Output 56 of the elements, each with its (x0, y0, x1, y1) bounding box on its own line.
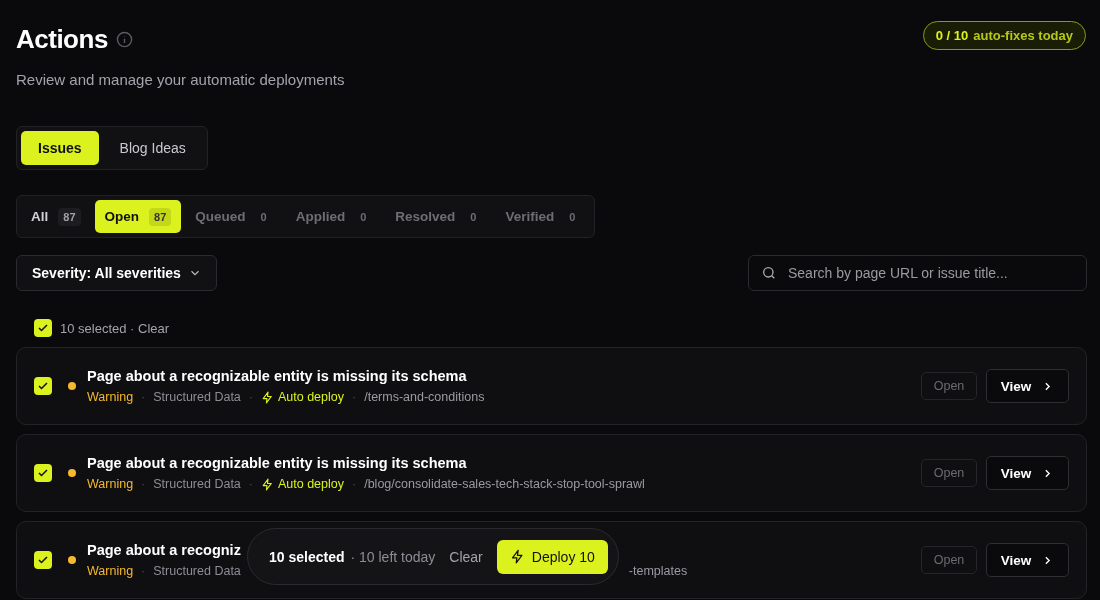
status-filter[interactable]: Open 87 (94, 200, 182, 233)
severity-label: Warning (87, 390, 134, 404)
select-all-checkbox[interactable] (34, 319, 52, 337)
view-button[interactable]: View (986, 543, 1069, 577)
auto-deploy-label: Auto deploy (261, 477, 344, 491)
lightning-icon (509, 549, 525, 564)
status-filter[interactable]: Verified 0 (495, 200, 591, 233)
separator: · (141, 477, 146, 491)
category-label: Structured Data (153, 390, 241, 404)
check-icon (37, 380, 49, 392)
severity-dropdown[interactable]: Severity: All severities (16, 255, 217, 291)
status-filter[interactable]: Queued 0 (185, 200, 282, 233)
page-title: Actions (16, 24, 108, 55)
search-input[interactable]: Search by page URL or issue title... (786, 264, 1074, 282)
page-path: /terms-and-conditions (364, 390, 485, 404)
auto-deploy-label: Auto deploy (261, 390, 344, 404)
separator: · (248, 477, 253, 491)
deploy-button[interactable]: Deploy 10 (496, 539, 608, 574)
quota-badge: 0 / 10 auto-fixes today (922, 21, 1086, 50)
category-label: Structured Data (153, 564, 241, 578)
search-icon (761, 265, 777, 281)
clear-button[interactable]: Clear (447, 548, 485, 565)
check-icon (37, 467, 49, 479)
tab[interactable]: Blog Ideas (102, 131, 203, 165)
row-checkbox[interactable] (34, 377, 52, 395)
status-filter[interactable]: All 87 (21, 200, 91, 233)
lightning-icon (261, 390, 274, 404)
issue-title: Page about a recognizable entity is missing its schema (87, 368, 467, 384)
page-path: -templates (628, 564, 688, 578)
lightning-icon (261, 477, 274, 491)
info-icon[interactable] (115, 31, 133, 48)
separator: · (352, 477, 357, 491)
issue-title: Page about a recognizable entity is missing its schema (87, 455, 467, 471)
category-label: Structured Data (153, 477, 241, 491)
selection-summary: 10 selected · Clear (60, 320, 170, 336)
separator: · (352, 390, 357, 404)
status-filter[interactable]: Applied 0 (285, 200, 382, 233)
row-checkbox[interactable] (34, 464, 52, 482)
severity-label: Warning (87, 564, 134, 578)
issue-title: Page about a recogniz (87, 542, 241, 558)
separator: · (141, 390, 146, 404)
view-button[interactable]: View (986, 369, 1069, 403)
separator: · (248, 390, 253, 404)
remaining-count: · 10 left today (350, 548, 436, 565)
status-filter[interactable]: Resolved 0 (385, 200, 492, 233)
separator: · (141, 564, 146, 578)
tab[interactable]: Issues (21, 131, 99, 165)
check-icon (37, 322, 49, 334)
page-subtitle: Review and manage your automatic deployments (16, 71, 345, 88)
check-icon (37, 554, 49, 566)
search-field[interactable]: Search by page URL or issue title... (748, 255, 1087, 291)
severity-label: Warning (87, 477, 134, 491)
view-button[interactable]: View (986, 456, 1069, 490)
page-path: /blog/consolidate-sales-tech-stack-stop-tool-sprawl (364, 477, 645, 491)
selected-count: 10 selected (269, 548, 345, 565)
row-checkbox[interactable] (34, 551, 52, 569)
